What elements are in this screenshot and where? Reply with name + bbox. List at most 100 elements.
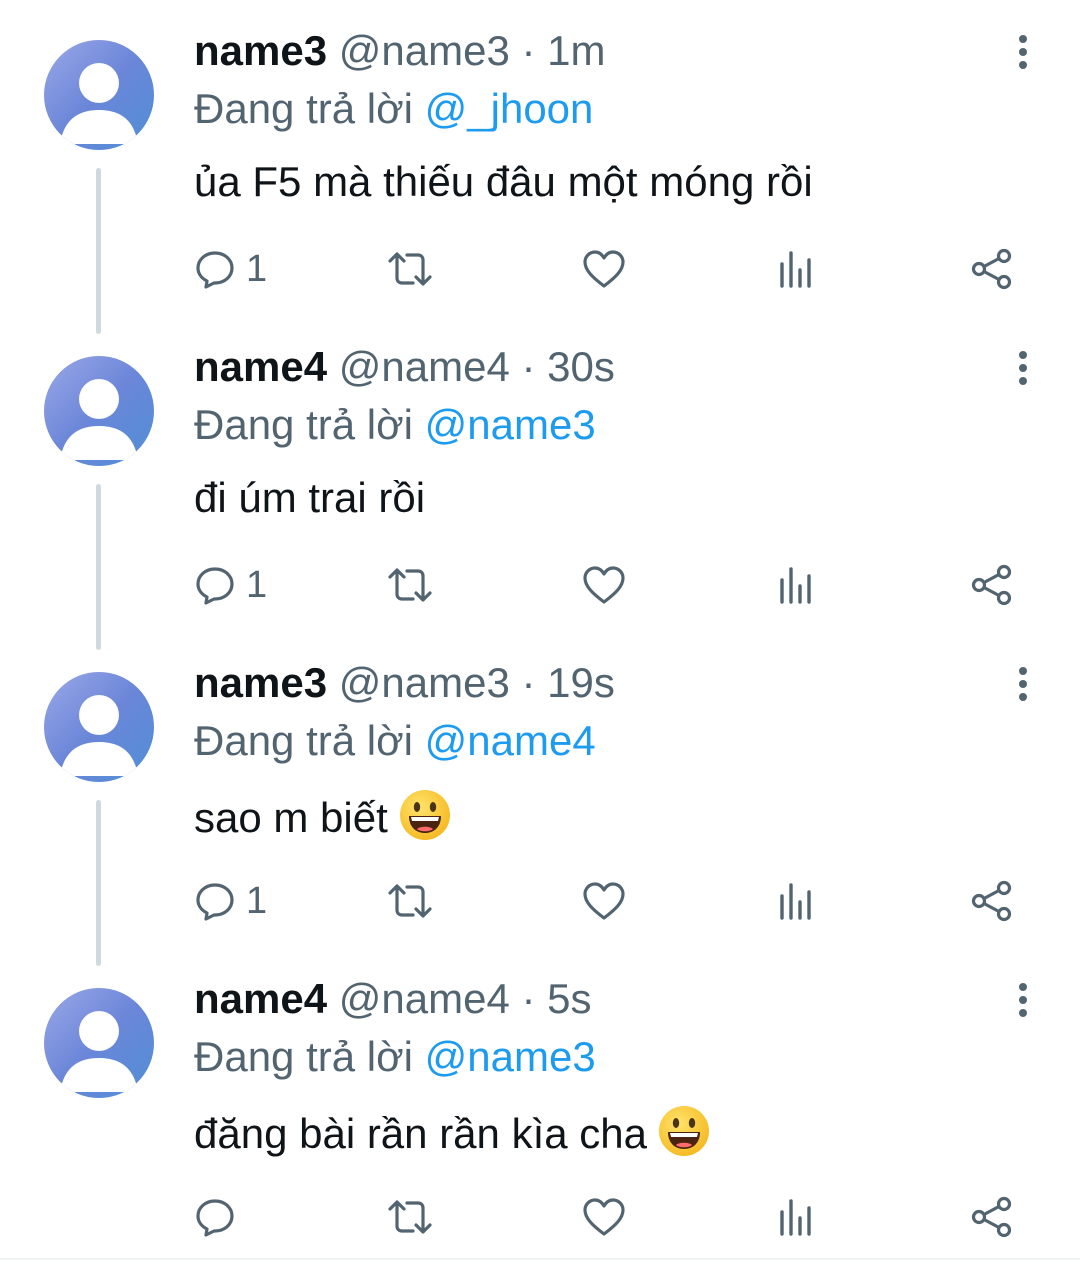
separator-dot: · xyxy=(521,975,536,1022)
more-options-button[interactable] xyxy=(1006,32,1040,72)
reply-icon xyxy=(196,251,234,289)
views-button[interactable] xyxy=(778,560,814,610)
action-bar xyxy=(0,1192,1080,1242)
grinning-face-emoji xyxy=(658,1106,709,1156)
heart-icon xyxy=(583,566,625,604)
default-avatar-icon xyxy=(60,695,138,776)
more-options-button[interactable] xyxy=(1006,664,1040,704)
divider xyxy=(0,1258,1080,1260)
reply-button[interactable]: 1 xyxy=(194,244,267,294)
reply-count: 1 xyxy=(246,880,268,922)
default-avatar-icon xyxy=(60,379,138,460)
share-icon xyxy=(971,880,1012,922)
reply-count: 1 xyxy=(246,248,268,290)
retweet-icon xyxy=(388,568,432,602)
retweet-button[interactable] xyxy=(386,876,434,926)
share-button[interactable] xyxy=(970,876,1014,926)
tweet-header: name4 @name4 · 30s xyxy=(194,342,615,392)
timestamp[interactable]: 30s xyxy=(547,343,615,390)
tweet-header: name3 @name3 · 19s xyxy=(194,658,615,708)
default-avatar-icon xyxy=(60,1011,138,1092)
reply-icon xyxy=(196,883,234,921)
user-handle[interactable]: @name3 xyxy=(339,27,510,74)
share-icon xyxy=(971,248,1012,290)
tweet-text-content: ủa F5 mà thiếu đâu một móng rồi xyxy=(194,158,813,205)
display-name[interactable]: name3 xyxy=(194,659,327,706)
share-button[interactable] xyxy=(970,244,1014,294)
heart-icon xyxy=(583,250,625,288)
views-icon xyxy=(780,883,811,920)
more-vertical-icon xyxy=(1019,35,1027,69)
views-button[interactable] xyxy=(778,876,814,926)
reply-button[interactable]: 1 xyxy=(194,876,267,926)
separator-dot: · xyxy=(521,659,536,706)
more-options-button[interactable] xyxy=(1006,980,1040,1020)
replying-to: Đang trả lời @name3 xyxy=(194,400,596,450)
views-icon xyxy=(780,1199,811,1236)
reply-count: 1 xyxy=(246,564,268,606)
tweet-header: name4 @name4 · 5s xyxy=(194,974,592,1024)
display-name[interactable]: name4 xyxy=(194,975,327,1022)
share-icon xyxy=(971,1196,1012,1238)
tweet-item[interactable]: name3 @name3 · 19s Đang trả lời @name4 s… xyxy=(0,632,1080,966)
mention-link[interactable]: @name4 xyxy=(425,717,596,764)
like-button[interactable] xyxy=(582,876,626,926)
avatar[interactable] xyxy=(44,988,154,1098)
display-name[interactable]: name3 xyxy=(194,27,327,74)
user-handle[interactable]: @name4 xyxy=(339,975,510,1022)
avatar[interactable] xyxy=(44,356,154,466)
separator-dot: · xyxy=(521,343,536,390)
tweet-item[interactable]: name4 @name4 · 30s Đang trả lời @name3 đ… xyxy=(0,316,1080,650)
tweet-header: name3 @name3 · 1m xyxy=(194,26,606,76)
retweet-button[interactable] xyxy=(386,244,434,294)
tweet-text-content: sao m biết xyxy=(194,794,388,841)
reply-icon xyxy=(196,567,234,605)
mention-link[interactable]: @name3 xyxy=(425,401,596,448)
timestamp[interactable]: 5s xyxy=(547,975,591,1022)
heart-icon xyxy=(583,882,625,920)
share-button[interactable] xyxy=(970,560,1014,610)
retweet-button[interactable] xyxy=(386,1192,434,1242)
tweet-item[interactable]: name4 @name4 · 5s Đang trả lời @name3 đă… xyxy=(0,948,1080,1264)
timestamp[interactable]: 19s xyxy=(547,659,615,706)
views-button[interactable] xyxy=(778,244,814,294)
replying-to-label: Đang trả lời xyxy=(194,717,413,764)
retweet-button[interactable] xyxy=(386,560,434,610)
tweet-text-content: đăng bài rần rần kìa cha xyxy=(194,1110,647,1157)
mention-link[interactable]: @_jhoon xyxy=(425,85,594,132)
user-handle[interactable]: @name3 xyxy=(339,659,510,706)
action-bar: 1 xyxy=(0,244,1080,294)
mention-link[interactable]: @name3 xyxy=(425,1033,596,1080)
tweet-item[interactable]: name3 @name3 · 1m Đang trả lời @_jhoon ủ… xyxy=(0,0,1080,334)
display-name[interactable]: name4 xyxy=(194,343,327,390)
views-button[interactable] xyxy=(778,1192,814,1242)
user-handle[interactable]: @name4 xyxy=(339,343,510,390)
more-vertical-icon xyxy=(1019,983,1027,1017)
replying-to-label: Đang trả lời xyxy=(194,1033,413,1080)
timestamp[interactable]: 1m xyxy=(547,27,605,74)
tweet-text: sao m biết xyxy=(194,788,452,844)
like-button[interactable] xyxy=(582,244,626,294)
tweet-text: ủa F5 mà thiếu đâu một móng rồi xyxy=(194,156,813,208)
reply-button[interactable] xyxy=(194,1192,246,1242)
tweet-text: đăng bài rần rần kìa cha xyxy=(194,1104,711,1160)
share-button[interactable] xyxy=(970,1192,1014,1242)
like-button[interactable] xyxy=(582,560,626,610)
more-vertical-icon xyxy=(1019,667,1027,701)
like-button[interactable] xyxy=(582,1192,626,1242)
views-icon xyxy=(780,567,811,604)
avatar[interactable] xyxy=(44,40,154,150)
share-icon xyxy=(971,564,1012,606)
more-vertical-icon xyxy=(1019,351,1027,385)
tweet-text: đi úm trai rồi xyxy=(194,472,425,524)
retweet-icon xyxy=(388,1200,432,1234)
default-avatar-icon xyxy=(60,63,138,144)
more-options-button[interactable] xyxy=(1006,348,1040,388)
avatar[interactable] xyxy=(44,672,154,782)
replying-to-label: Đang trả lời xyxy=(194,401,413,448)
reply-icon xyxy=(196,1199,234,1237)
replying-to: Đang trả lời @name3 xyxy=(194,1032,596,1082)
retweet-icon xyxy=(388,884,432,918)
grinning-face-emoji xyxy=(399,790,450,840)
reply-button[interactable]: 1 xyxy=(194,560,267,610)
